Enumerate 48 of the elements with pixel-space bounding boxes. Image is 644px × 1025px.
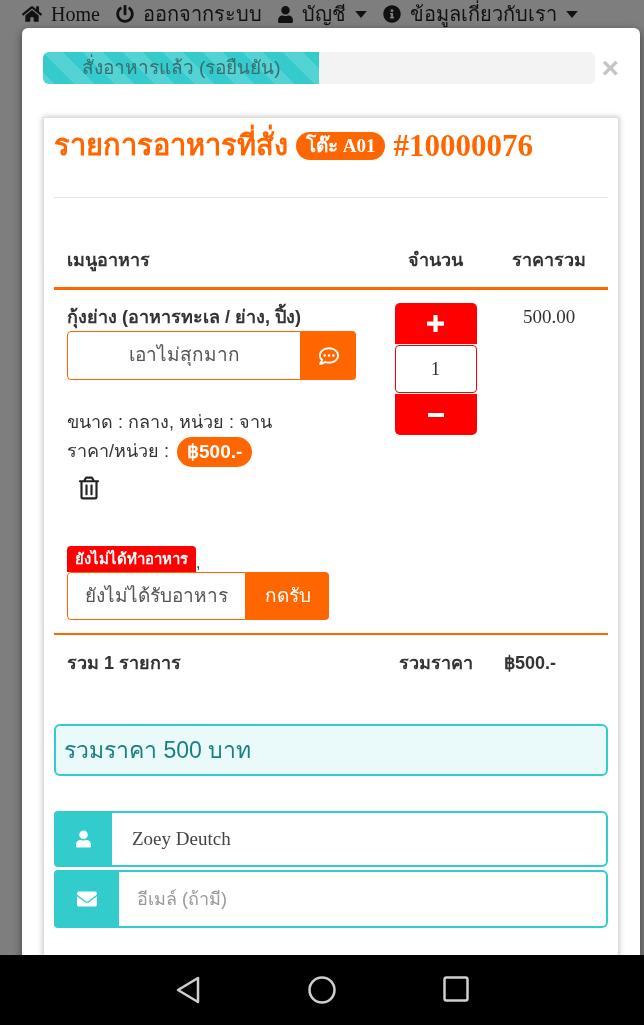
item-name: กุ้งย่าง (อาหารทะเล / ย่าง, ปิ้ง) <box>67 304 301 330</box>
delete-button[interactable] <box>79 476 99 500</box>
user-icon <box>277 5 293 23</box>
comment-button[interactable] <box>301 331 356 380</box>
table-badge: โต๊ะ A01 <box>296 132 386 160</box>
column-header: จำนวน <box>408 249 463 272</box>
unit-price-label: ราคา/หน่วย : <box>67 440 169 463</box>
email-field[interactable]: อีเมล์ (ถ้ามี) <box>119 870 608 928</box>
name-field[interactable]: Zoey Deutch <box>112 811 608 867</box>
nav-link[interactable]: ออกจากระบบ <box>115 2 262 26</box>
info-icon <box>382 5 401 23</box>
square-icon <box>443 976 469 1002</box>
decrease-button[interactable] <box>394 394 477 435</box>
comment-icon <box>318 345 339 366</box>
total-notice: รวมราคา 500 บาท <box>54 724 608 776</box>
quantity-field[interactable]: 1 <box>394 345 477 393</box>
grand-total: ฿500.- <box>504 653 557 673</box>
note-field[interactable]: เอาไม่สุกมาก <box>67 331 301 380</box>
nav-link[interactable]: Home <box>22 2 100 26</box>
envelope-icon <box>74 889 99 909</box>
order-title: รายการอาหารที่สั่ง <box>54 124 288 168</box>
status-separator: , <box>196 554 201 572</box>
receive-button[interactable]: กดรับ <box>246 572 329 620</box>
nav-link[interactable]: บัญชี <box>277 2 367 26</box>
progress-label: สั่งอาหารแล้ว (รอยืนยัน) <box>81 53 281 80</box>
unit-price-badge: ฿500.- <box>177 436 253 467</box>
minus-icon <box>427 412 444 417</box>
power-icon <box>115 5 134 23</box>
column-header: เมนูอาหาร <box>67 250 150 270</box>
plus-icon <box>427 315 444 332</box>
receive-status-field[interactable]: ยังไม่ได้รับอาหาร <box>67 572 246 620</box>
home-button[interactable] <box>308 976 336 1004</box>
item-total: 500.00 <box>522 305 576 329</box>
recent-apps-button[interactable] <box>443 976 469 1004</box>
increase-button[interactable] <box>394 303 477 344</box>
back-icon <box>176 976 200 1004</box>
status-badge: ยังไม่ได้ทำอาหาร <box>67 546 196 572</box>
total-label: รวมราคา <box>398 652 473 675</box>
home-circle-icon <box>308 976 336 1004</box>
item-details: ขนาด : กลาง, หน่วย : จาน <box>67 411 272 434</box>
trash-icon <box>79 476 99 500</box>
nav-link[interactable]: ข้อมูลเกี่ยวกับเรา <box>382 2 578 26</box>
home-icon <box>22 5 42 23</box>
order-number: #10000076 <box>393 126 533 165</box>
item-count: รวม 1 รายการ <box>67 653 181 673</box>
column-header: ราคารวม <box>512 249 586 272</box>
user-icon <box>75 830 91 848</box>
back-button[interactable] <box>176 976 200 1004</box>
